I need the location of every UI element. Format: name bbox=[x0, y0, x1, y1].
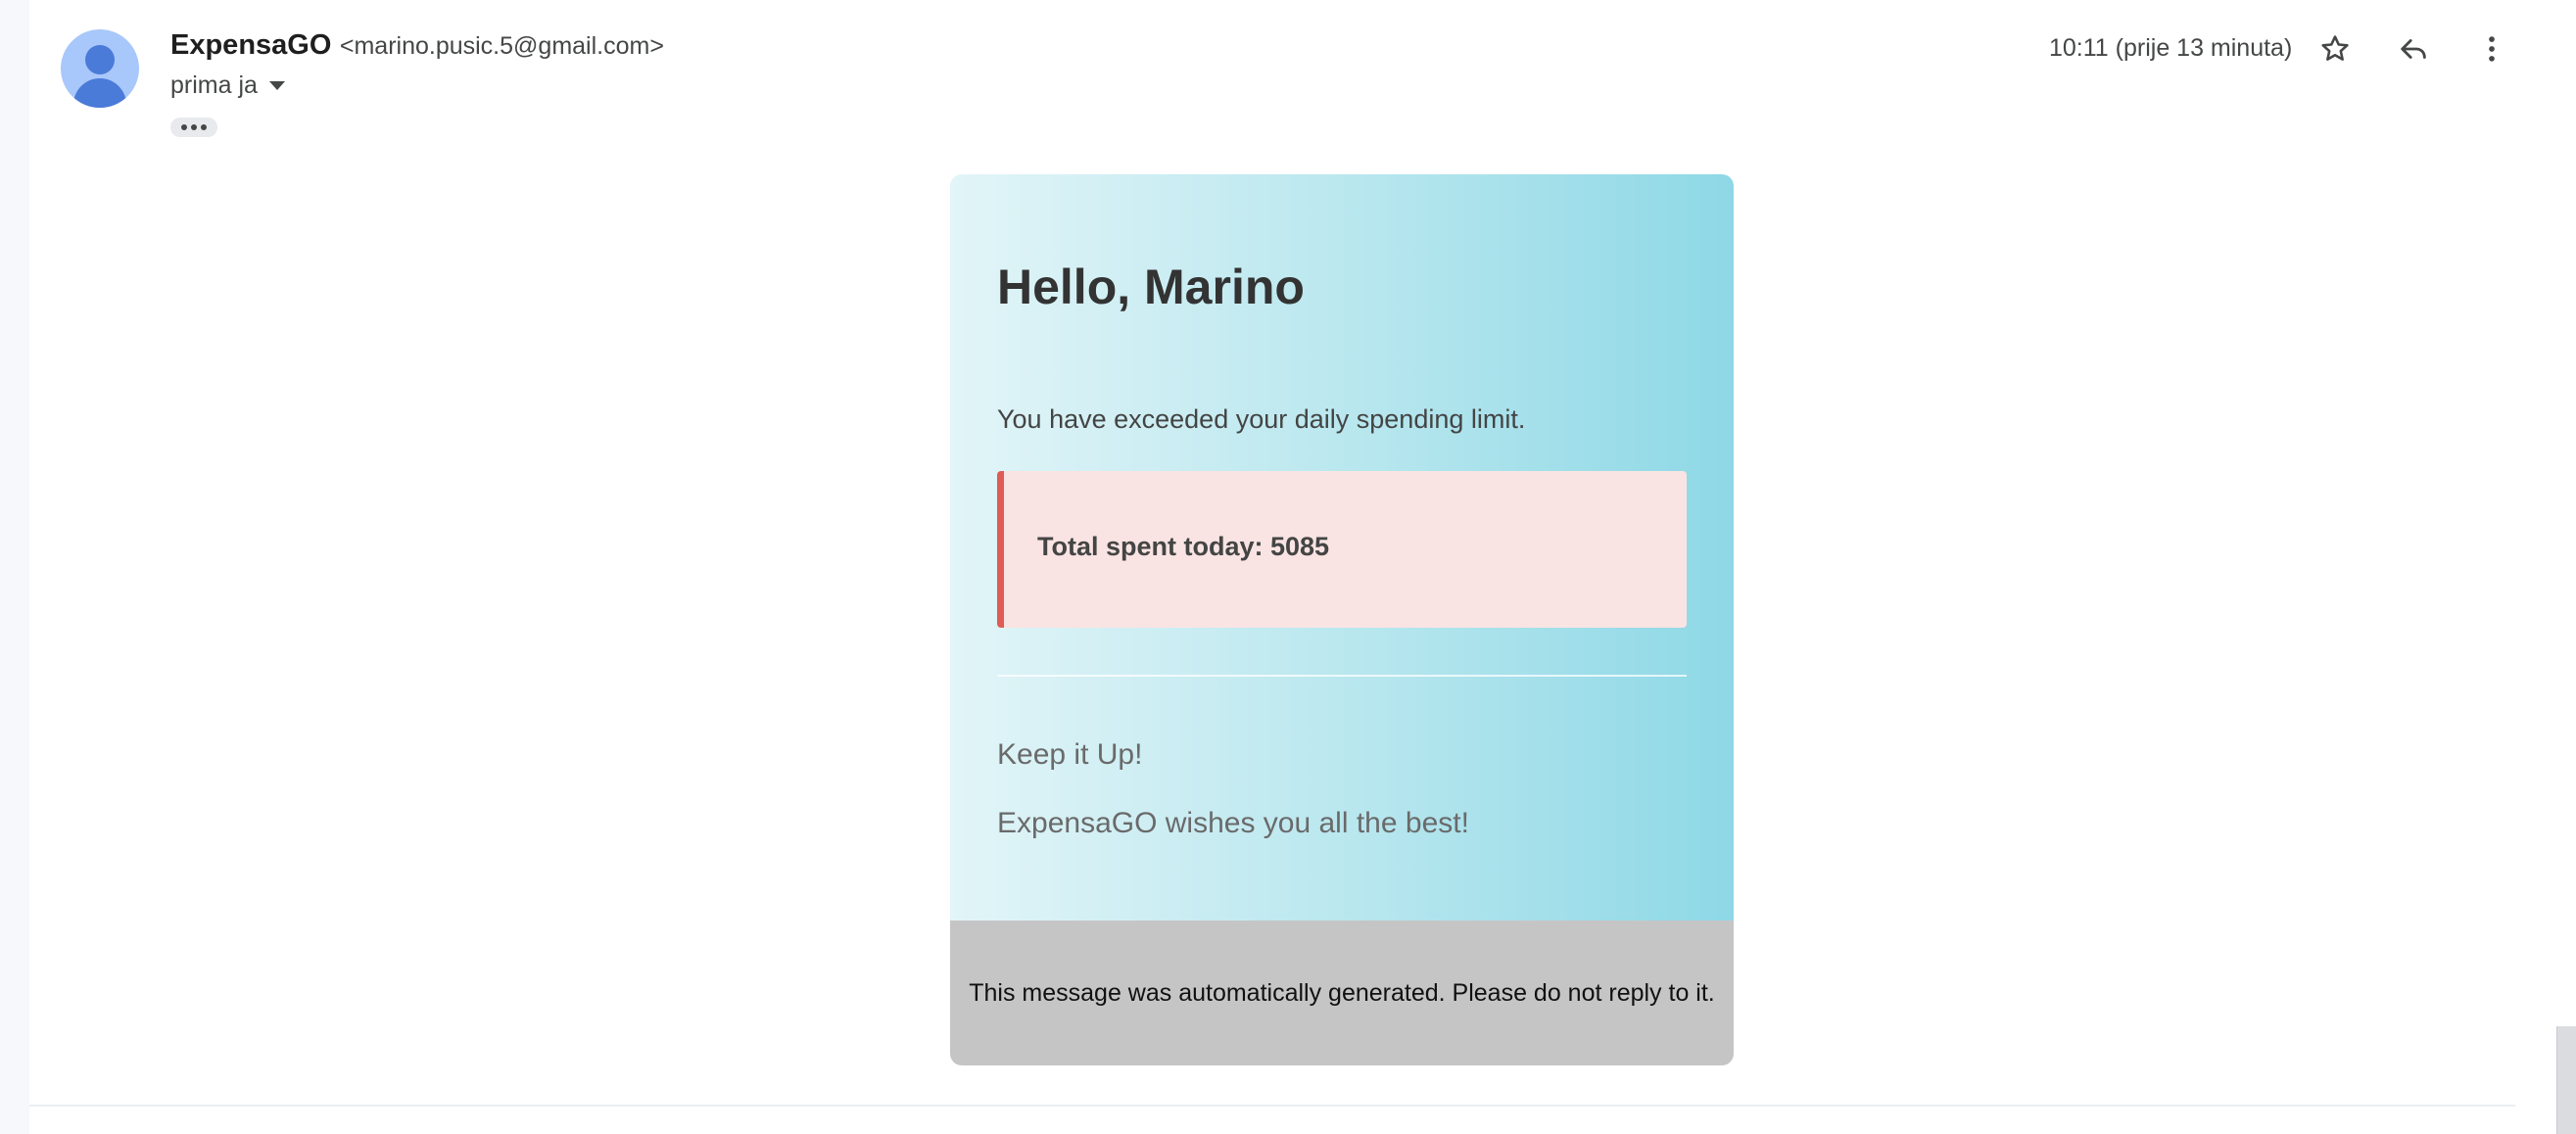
keep-up-text: Keep it Up! bbox=[997, 738, 1143, 771]
greeting-heading: Hello, Marino bbox=[997, 260, 1305, 314]
more-vert-icon bbox=[2489, 36, 2495, 62]
person-avatar-icon bbox=[85, 45, 115, 74]
sender-name[interactable]: ExpensaGO bbox=[170, 29, 331, 61]
message-bottom-divider bbox=[29, 1105, 2515, 1107]
sender-avatar[interactable] bbox=[61, 29, 139, 108]
email-header: ExpensaGO <marino.pusic.5@gmail.com> pri… bbox=[29, 0, 2517, 157]
email-card-footer: This message was automatically generated… bbox=[950, 921, 1734, 1065]
email-timestamp: 10:11 (prije 13 minuta) bbox=[2049, 34, 2293, 62]
email-card: Hello, Marino You have exceeded your dai… bbox=[950, 174, 1734, 1065]
card-divider bbox=[997, 675, 1687, 677]
caret-down-icon[interactable] bbox=[268, 81, 285, 90]
email-card-body: Hello, Marino You have exceeded your dai… bbox=[950, 174, 1734, 921]
star-icon bbox=[2321, 35, 2349, 61]
show-trimmed-content-button[interactable] bbox=[170, 118, 217, 137]
left-sidebar-strip bbox=[0, 0, 29, 1134]
wishes-text: ExpensaGO wishes you all the best! bbox=[997, 807, 1469, 839]
sender-line: ExpensaGO <marino.pusic.5@gmail.com> bbox=[170, 29, 664, 62]
scrollbar-thumb[interactable] bbox=[2556, 1026, 2576, 1134]
more-options-button[interactable] bbox=[2468, 25, 2515, 72]
star-button[interactable] bbox=[2312, 25, 2359, 72]
reply-icon bbox=[2401, 39, 2426, 59]
sender-email: <marino.pusic.5@gmail.com> bbox=[339, 32, 664, 60]
more-horiz-icon bbox=[181, 124, 187, 130]
recipient-details-toggle[interactable]: prima ja bbox=[170, 71, 285, 100]
recipient-label: prima ja bbox=[170, 71, 258, 99]
spending-alert-box: Total spent today: 5085 bbox=[997, 471, 1687, 628]
limit-exceeded-message: You have exceeded your daily spending li… bbox=[997, 404, 1526, 434]
reply-button[interactable] bbox=[2390, 25, 2437, 72]
total-spent-text: Total spent today: 5085 bbox=[1037, 532, 1330, 561]
auto-generated-notice: This message was automatically generated… bbox=[969, 978, 1715, 1007]
